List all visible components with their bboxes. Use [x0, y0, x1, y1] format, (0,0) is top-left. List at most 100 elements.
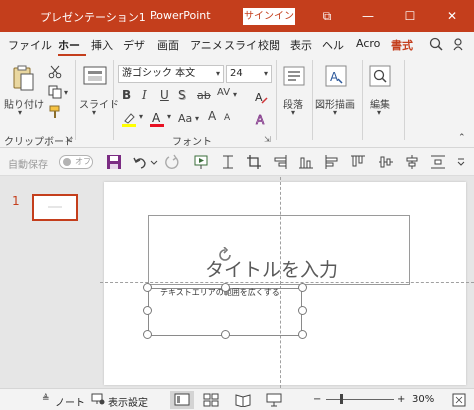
distribute-icon[interactable]	[430, 154, 446, 170]
clipboard-launcher-icon[interactable]: ⇲	[65, 135, 72, 144]
minimize-icon[interactable]: —	[352, 4, 384, 28]
signin-button[interactable]: サインイン	[243, 8, 295, 25]
font-color-chevron-icon[interactable]: ▾	[167, 112, 171, 121]
font-size-chevron-icon[interactable]: ▾	[264, 66, 268, 82]
resize-handle-middle-right[interactable]	[298, 306, 307, 315]
autosave-toggle[interactable]: オフ	[59, 155, 93, 169]
align-middle-icon[interactable]	[378, 154, 394, 170]
resize-handle-middle-left[interactable]	[143, 306, 152, 315]
align-left-icon[interactable]	[324, 154, 340, 170]
new-slide-icon[interactable]	[82, 64, 108, 88]
tab-file[interactable]: ファイル	[8, 37, 52, 53]
tab-design[interactable]: デザ	[123, 37, 145, 53]
notes-icon[interactable]: ≜	[42, 394, 50, 404]
tab-acrobat[interactable]: Acro	[356, 37, 380, 50]
resize-handle-top-right[interactable]	[298, 283, 307, 292]
paste-dropdown-chevron-icon[interactable]: ▾	[18, 108, 22, 117]
crop-icon[interactable]	[246, 154, 262, 170]
zoom-in-button[interactable]: +	[397, 394, 405, 405]
share-icon[interactable]	[452, 36, 468, 52]
tab-format[interactable]: 書式	[391, 37, 413, 53]
paste-icon[interactable]	[10, 64, 36, 92]
italic-button[interactable]: I	[142, 88, 147, 102]
start-from-beginning-icon[interactable]	[193, 154, 209, 170]
copy-icon[interactable]	[46, 84, 64, 100]
font-color-icon[interactable]: A	[148, 110, 166, 128]
reading-view-icon[interactable]	[235, 393, 251, 410]
paragraph-chevron-icon[interactable]: ▾	[291, 108, 295, 117]
editing-chevron-icon[interactable]: ▾	[377, 108, 381, 117]
character-spacing-chevron-icon[interactable]: ▾	[233, 90, 237, 99]
highlight-color-icon[interactable]	[120, 110, 138, 128]
font-size-combo[interactable]: 24 ▾	[226, 65, 272, 83]
editing-search-icon[interactable]	[368, 64, 392, 88]
highlight-color-chevron-icon[interactable]: ▾	[139, 112, 143, 121]
grow-font-button[interactable]: A	[208, 109, 216, 123]
resize-handle-bottom-right[interactable]	[298, 330, 307, 339]
undo-icon[interactable]	[132, 154, 148, 170]
undo-chevron-icon[interactable]	[150, 154, 160, 170]
display-settings-button[interactable]: 表示設定	[108, 394, 148, 409]
text-effects-icon[interactable]: A	[253, 111, 269, 127]
copy-dropdown-chevron-icon[interactable]: ▾	[64, 88, 68, 97]
change-case-chevron-icon[interactable]: ▾	[195, 114, 199, 123]
slide-sorter-view-icon[interactable]	[203, 393, 219, 410]
clear-formatting-icon[interactable]: A	[253, 89, 269, 105]
close-icon[interactable]: ✕	[436, 4, 468, 28]
format-painter-icon[interactable]	[46, 104, 64, 120]
zoom-level[interactable]: 30%	[412, 394, 434, 405]
save-icon[interactable]	[106, 154, 122, 170]
svg-text:A: A	[255, 91, 263, 104]
tab-insert[interactable]: 挿入	[91, 37, 113, 53]
tab-view[interactable]: 表示	[290, 37, 312, 53]
drawing-chevron-icon[interactable]: ▾	[333, 108, 337, 117]
tab-home[interactable]: ホー	[58, 37, 80, 53]
drawing-icon[interactable]: A	[324, 64, 348, 88]
tab-slideshow[interactable]: スライ	[224, 37, 257, 53]
paragraph-icon[interactable]	[282, 64, 306, 88]
zoom-slider[interactable]	[326, 399, 394, 400]
resize-handle-top-left[interactable]	[143, 283, 152, 292]
strikethrough-button[interactable]: ab	[197, 89, 211, 102]
tab-animations[interactable]: アニメ	[190, 37, 223, 53]
search-icon[interactable]	[428, 36, 444, 52]
bold-button[interactable]: B	[122, 88, 131, 102]
slideshow-view-icon[interactable]	[266, 393, 282, 410]
fit-slide-to-window-icon[interactable]	[452, 393, 466, 410]
text-direction-icon[interactable]	[220, 154, 236, 170]
slides-dropdown-chevron-icon[interactable]: ▾	[92, 108, 96, 117]
display-settings-icon[interactable]	[91, 393, 105, 408]
resize-handle-top-center[interactable]	[221, 283, 230, 292]
align-bottom-icon[interactable]	[298, 154, 314, 170]
resize-handle-bottom-center[interactable]	[221, 330, 230, 339]
collapse-ribbon-chevron-icon[interactable]: ⌃	[458, 133, 466, 143]
ribbon-separator	[75, 60, 76, 140]
zoom-slider-thumb[interactable]	[340, 394, 343, 404]
tab-review[interactable]: 校閲	[258, 37, 280, 53]
notes-button[interactable]: ノート	[55, 394, 85, 409]
cut-icon[interactable]	[46, 64, 64, 80]
paste-label[interactable]: 貼り付け	[4, 96, 44, 111]
shrink-font-button[interactable]: A	[224, 113, 230, 123]
font-launcher-icon[interactable]: ⇲	[264, 135, 271, 144]
underline-button[interactable]: U	[160, 88, 169, 102]
redo-icon[interactable]	[164, 154, 180, 170]
zoom-out-button[interactable]: −	[313, 394, 321, 405]
align-top-icon[interactable]	[350, 154, 366, 170]
customize-qat-chevron-icon[interactable]	[456, 154, 468, 170]
font-name-combo[interactable]: 游ゴシック 本文 ▾	[118, 65, 224, 83]
character-spacing-button[interactable]: AV	[217, 87, 230, 98]
rotate-handle-icon[interactable]	[217, 246, 233, 263]
ribbon-display-options-icon[interactable]: ⧉	[311, 4, 343, 28]
resize-handle-bottom-left[interactable]	[143, 330, 152, 339]
slide-thumbnail[interactable]	[32, 194, 78, 221]
shadow-button[interactable]: S	[178, 88, 186, 102]
tab-help[interactable]: ヘル	[322, 37, 344, 53]
align-right-icon[interactable]	[272, 154, 288, 170]
align-center-icon[interactable]	[404, 154, 420, 170]
maximize-icon[interactable]: ☐	[394, 4, 426, 28]
normal-view-icon[interactable]	[170, 391, 194, 409]
change-case-button[interactable]: Aa	[178, 112, 192, 125]
font-name-chevron-icon[interactable]: ▾	[216, 66, 220, 82]
tab-transitions[interactable]: 画面	[157, 37, 179, 53]
